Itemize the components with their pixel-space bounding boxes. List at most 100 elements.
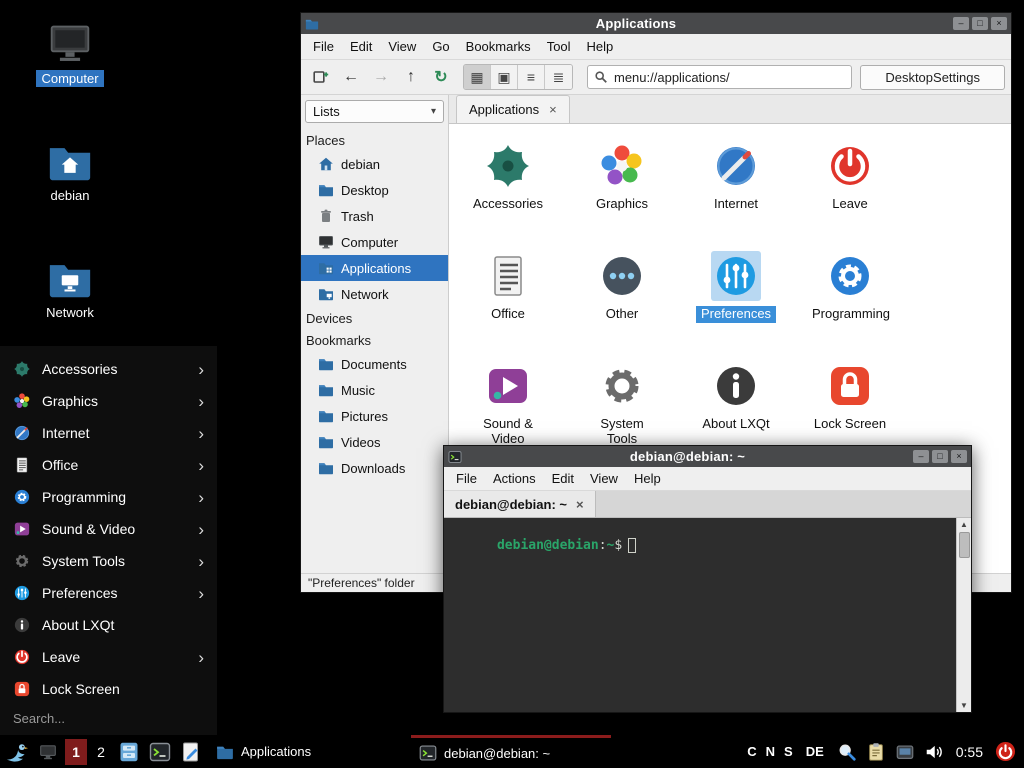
menu-help[interactable]: Help xyxy=(626,468,669,489)
main-menu-button[interactable] xyxy=(3,737,31,766)
desktop-icon-network[interactable]: Network xyxy=(24,257,116,321)
terminal-tab[interactable]: debian@debian: ~ × xyxy=(444,491,596,517)
sidebar-item-music[interactable]: Music xyxy=(301,377,448,403)
quicklaunch-file-manager[interactable] xyxy=(115,737,143,766)
close-button[interactable]: × xyxy=(991,17,1007,30)
terminal-icon xyxy=(448,450,462,464)
scroll-down-icon[interactable]: ▼ xyxy=(960,699,968,712)
menu-item-about-lxqt[interactable]: About LXQt xyxy=(0,609,217,641)
folder-icon xyxy=(318,408,334,424)
tab-close-icon[interactable]: × xyxy=(549,102,557,117)
sidebar-mode-select[interactable]: Lists ▾ xyxy=(305,100,444,123)
workspace-2-button[interactable]: 2 xyxy=(90,739,112,765)
up-button[interactable]: ↑ xyxy=(397,64,425,90)
fm-tabbar: Applications × xyxy=(449,95,1011,124)
magnifier-tray-icon[interactable] xyxy=(837,742,857,762)
menu-item-graphics[interactable]: Graphics › xyxy=(0,385,217,417)
menu-file[interactable]: File xyxy=(305,36,342,57)
fm-titlebar[interactable]: Applications – □ × xyxy=(301,13,1011,34)
sidebar-item-pictures[interactable]: Pictures xyxy=(301,403,448,429)
grid-item-programming[interactable]: Programming xyxy=(793,251,907,361)
terminal-output[interactable]: debian@debian:~$ ▲ ▼ xyxy=(444,518,971,712)
menu-item-preferences[interactable]: Preferences › xyxy=(0,577,217,609)
path-bar[interactable]: menu://applications/ xyxy=(587,65,852,89)
sidebar-item-debian[interactable]: debian xyxy=(301,151,448,177)
power-button[interactable] xyxy=(995,741,1016,762)
show-desktop-button[interactable] xyxy=(34,737,62,766)
task-terminal[interactable]: debian@debian: ~ xyxy=(411,735,611,768)
sidebar-item-downloads[interactable]: Downloads xyxy=(301,455,448,481)
sidebar-item-computer[interactable]: Computer xyxy=(301,229,448,255)
scrolllock-indicator[interactable]: S xyxy=(784,744,793,759)
desktop-settings-button[interactable]: DesktopSettings xyxy=(860,65,1005,90)
menu-item-system-tools[interactable]: System Tools › xyxy=(0,545,217,577)
menu-help[interactable]: Help xyxy=(579,36,622,57)
volume-icon[interactable] xyxy=(924,742,944,762)
sidebar-item-documents[interactable]: Documents xyxy=(301,351,448,377)
desktop-icon-computer[interactable]: Computer xyxy=(24,23,116,87)
menu-item-programming[interactable]: Programming › xyxy=(0,481,217,513)
sidebar-item-trash[interactable]: Trash xyxy=(301,203,448,229)
view-icons-button[interactable]: ▦ xyxy=(464,65,491,89)
grid-item-leave[interactable]: Leave xyxy=(793,141,907,251)
grid-item-office[interactable]: Office xyxy=(451,251,565,361)
search-input[interactable] xyxy=(13,711,204,726)
menu-item-internet[interactable]: Internet › xyxy=(0,417,217,449)
terminal-scrollbar[interactable]: ▲ ▼ xyxy=(956,518,971,712)
menu-go[interactable]: Go xyxy=(424,36,457,57)
back-button[interactable]: ← xyxy=(337,64,365,90)
quicklaunch-terminal[interactable] xyxy=(146,737,174,766)
preferences-icon xyxy=(13,584,31,602)
menu-item-lock-screen[interactable]: Lock Screen xyxy=(0,673,217,705)
menu-item-leave[interactable]: Leave › xyxy=(0,641,217,673)
menu-item-sound-video[interactable]: Sound & Video › xyxy=(0,513,217,545)
keyboard-layout-indicator[interactable]: DE xyxy=(806,744,824,759)
menu-actions[interactable]: Actions xyxy=(485,468,544,489)
menu-bookmarks[interactable]: Bookmarks xyxy=(458,36,539,57)
menu-search[interactable] xyxy=(0,705,217,732)
sidebar-item-desktop[interactable]: Desktop xyxy=(301,177,448,203)
menu-edit[interactable]: Edit xyxy=(342,36,380,57)
tab-applications[interactable]: Applications × xyxy=(456,95,570,123)
workspace-1-button[interactable]: 1 xyxy=(65,739,87,765)
view-detailed-button[interactable]: ≣ xyxy=(545,65,572,89)
sidebar-item-applications[interactable]: Applications xyxy=(301,255,448,281)
view-compact-button[interactable]: ≡ xyxy=(518,65,545,89)
close-button[interactable]: × xyxy=(951,450,967,463)
grid-item-other[interactable]: Other xyxy=(565,251,679,361)
sidebar-item-network[interactable]: Network xyxy=(301,281,448,307)
maximize-button[interactable]: □ xyxy=(932,450,948,463)
numlock-indicator[interactable]: N xyxy=(766,744,775,759)
capslock-indicator[interactable]: C xyxy=(747,744,756,759)
network-folder-icon xyxy=(48,257,92,299)
clock[interactable]: 0:55 xyxy=(956,744,983,760)
minimize-button[interactable]: – xyxy=(953,17,969,30)
menu-tool[interactable]: Tool xyxy=(539,36,579,57)
desktop-icon-debian[interactable]: debian xyxy=(24,140,116,204)
sidebar-item-videos[interactable]: Videos xyxy=(301,429,448,455)
menu-view[interactable]: View xyxy=(582,468,626,489)
maximize-button[interactable]: □ xyxy=(972,17,988,30)
menu-edit[interactable]: Edit xyxy=(544,468,582,489)
forward-button[interactable]: → xyxy=(367,64,395,90)
grid-item-accessories[interactable]: Accessories xyxy=(451,141,565,251)
clipboard-icon[interactable] xyxy=(866,742,886,762)
tab-close-icon[interactable]: × xyxy=(576,497,584,512)
grid-item-internet[interactable]: Internet xyxy=(679,141,793,251)
view-thumbnails-button[interactable]: ▣ xyxy=(491,65,518,89)
terminal-titlebar[interactable]: debian@debian: ~ – □ × xyxy=(444,446,971,467)
grid-item-preferences[interactable]: Preferences xyxy=(679,251,793,361)
menu-file[interactable]: File xyxy=(448,468,485,489)
menu-item-accessories[interactable]: Accessories › xyxy=(0,353,217,385)
screenshot-icon[interactable] xyxy=(895,742,915,762)
menu-view[interactable]: View xyxy=(380,36,424,57)
new-tab-button[interactable] xyxy=(307,64,335,90)
minimize-button[interactable]: – xyxy=(913,450,929,463)
scroll-up-icon[interactable]: ▲ xyxy=(960,518,968,531)
grid-item-graphics[interactable]: Graphics xyxy=(565,141,679,251)
task-applications[interactable]: Applications xyxy=(208,735,408,768)
quicklaunch-text-editor[interactable] xyxy=(177,737,205,766)
scrollbar-thumb[interactable] xyxy=(959,532,970,558)
menu-item-office[interactable]: Office › xyxy=(0,449,217,481)
refresh-button[interactable]: ↻ xyxy=(427,64,455,90)
